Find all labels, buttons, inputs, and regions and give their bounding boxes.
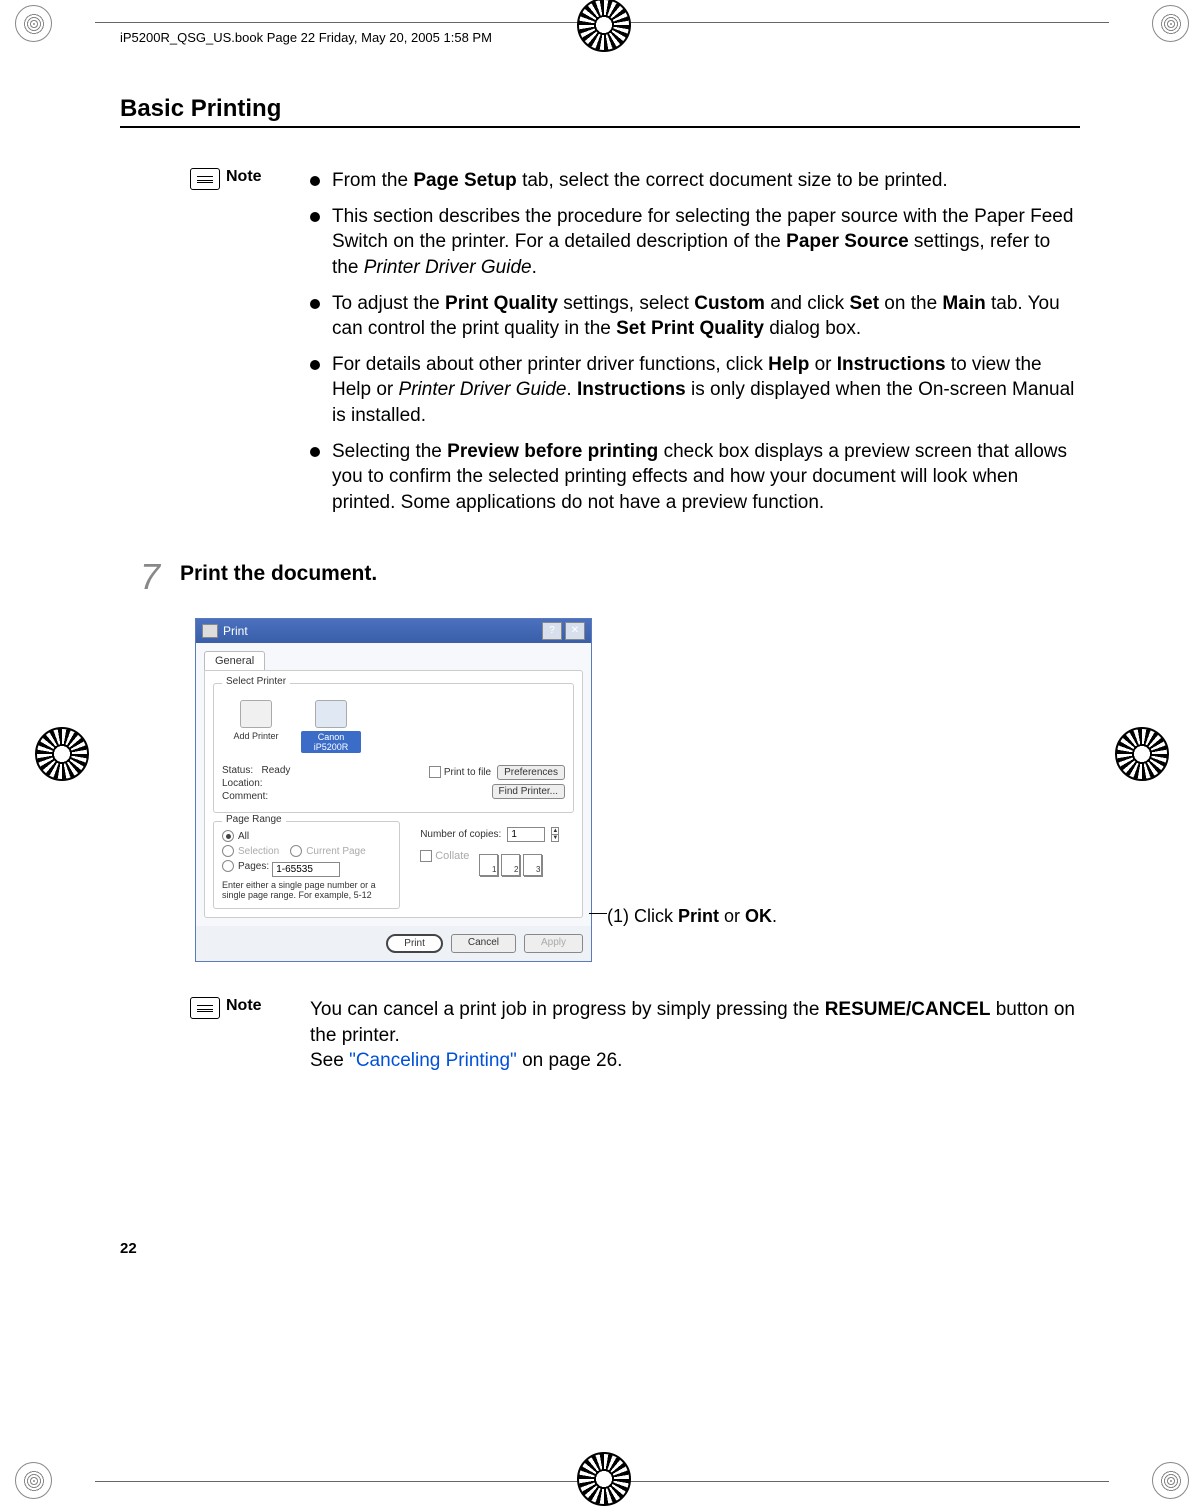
note-bullet: To adjust the Print Quality settings, se… (310, 291, 1080, 342)
step-row: 7 Print the document. (120, 556, 1080, 598)
note-bullet: This section describes the procedure for… (310, 204, 1080, 281)
group-page-range: Page Range (222, 814, 286, 825)
status-value: Ready (261, 765, 290, 776)
note-bullet: From the Page Setup tab, select the corr… (310, 168, 1080, 194)
print-to-file-checkbox[interactable]: Print to file (429, 766, 491, 778)
pages-hint: Enter either a single page number or a s… (222, 880, 391, 900)
registration-mark-icon (1152, 5, 1189, 42)
group-select-printer: Select Printer (222, 676, 290, 687)
note-icon (190, 997, 220, 1019)
step-title: Print the document. (180, 556, 377, 598)
help-icon[interactable]: ? (542, 622, 562, 640)
note-label: Note (226, 997, 262, 1015)
add-printer-item[interactable]: Add Printer (226, 700, 286, 753)
radio-selection: Selection (222, 845, 279, 857)
center-mark-icon (35, 727, 89, 781)
apply-button: Apply (524, 934, 583, 953)
printer-item-selected[interactable]: Canon iP5200R (301, 700, 361, 753)
book-header: iP5200R_QSG_US.book Page 22 Friday, May … (120, 30, 1080, 45)
registration-mark-icon (15, 5, 52, 42)
note-bullet: For details about other printer driver f… (310, 352, 1080, 429)
center-mark-icon (577, 1452, 631, 1506)
printer-icon (202, 624, 218, 638)
location-label: Location: (222, 778, 290, 789)
note-label: Note (226, 168, 262, 186)
preferences-button[interactable]: Preferences (497, 765, 565, 780)
tab-general[interactable]: General (204, 651, 265, 670)
callout-text: (1) Click Print or OK. (607, 906, 777, 962)
comment-label: Comment: (222, 791, 290, 802)
copies-label: Number of copies: (420, 829, 501, 840)
note-block-2: Note You can cancel a print job in progr… (190, 997, 1080, 1074)
collate-illustration-icon: 123 (479, 854, 542, 876)
radio-pages[interactable]: Pages: (222, 860, 269, 872)
canceling-printing-link[interactable]: "Canceling Printing" (349, 1050, 517, 1071)
collate-checkbox: Collate (420, 850, 469, 862)
print-button[interactable]: Print (386, 934, 443, 953)
center-mark-icon (1115, 727, 1169, 781)
step-number: 7 (120, 556, 180, 598)
copies-input[interactable] (507, 827, 545, 842)
note-block-1: Note From the Page Setup tab, select the… (190, 168, 1080, 526)
note-text: You can cancel a print job in progress b… (310, 997, 1080, 1074)
pages-input[interactable] (272, 862, 340, 877)
print-dialog: Print ? ✕ General Select Printer Add P (195, 618, 592, 963)
close-icon[interactable]: ✕ (565, 622, 585, 640)
status-label: Status: (222, 765, 253, 776)
printer-icon (315, 700, 347, 728)
section-title: Basic Printing (120, 95, 1080, 128)
registration-mark-icon (1152, 1462, 1189, 1499)
add-printer-icon (240, 700, 272, 728)
note-icon (190, 168, 220, 190)
registration-mark-icon (15, 1462, 52, 1499)
note-bullet: Selecting the Preview before printing ch… (310, 439, 1080, 516)
dialog-title: Print (223, 624, 248, 638)
radio-all[interactable]: All (222, 830, 249, 842)
copies-spinner-icon[interactable]: ▲▼ (551, 827, 559, 842)
radio-current-page: Current Page (290, 845, 365, 857)
page-number: 22 (120, 1240, 137, 1257)
cancel-button[interactable]: Cancel (451, 934, 516, 953)
find-printer-button[interactable]: Find Printer... (492, 784, 565, 799)
dialog-titlebar: Print ? ✕ (196, 619, 591, 643)
